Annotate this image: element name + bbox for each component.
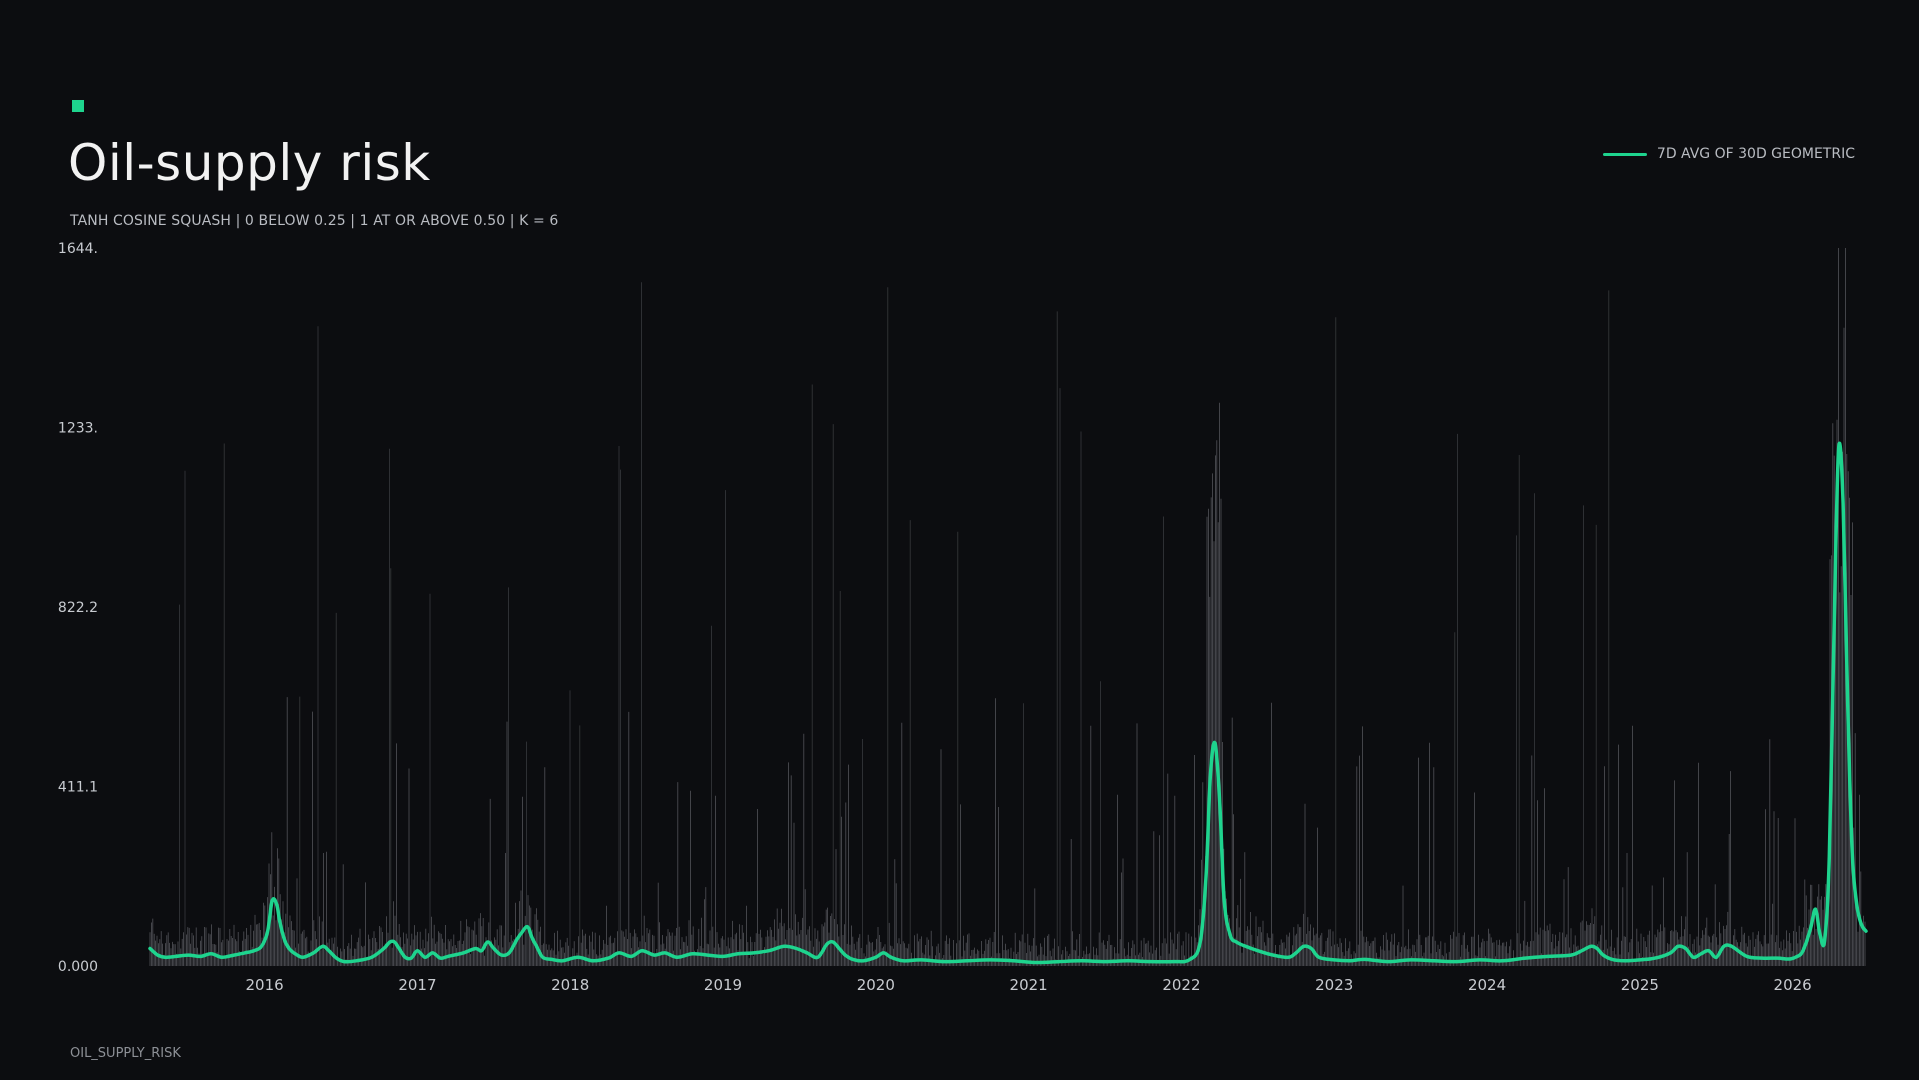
x-tick-label: 2022	[1162, 976, 1200, 994]
y-axis: 0.000 411.1 822.2 1233. 1644.	[58, 241, 98, 975]
x-tick-label: 2016	[246, 976, 284, 994]
x-tick-label: 2026	[1774, 976, 1812, 994]
raw-bars-layer	[149, 248, 1866, 966]
x-tick-label: 2019	[704, 976, 742, 994]
x-tick-label: 2021	[1010, 976, 1048, 994]
chart: 0.000411.1822.21233.1644. 2016 2017 2018 20…	[58, 241, 1868, 994]
footer-label: OIL_SUPPLY_RISK	[70, 1046, 181, 1061]
x-axis: 2016 2017 2018 2019 2020 2021 2022 2023 2024 2025…	[246, 976, 1812, 994]
y-tick-label: 822.2	[58, 600, 98, 616]
x-tick-label: 2024	[1468, 976, 1506, 994]
x-tick-label: 2017	[398, 976, 436, 994]
x-tick-label: 2018	[551, 976, 589, 994]
x-tick-label: 2020	[857, 976, 895, 994]
x-tick-label: 2023	[1315, 976, 1353, 994]
y-tick-label: 1644.	[58, 241, 98, 257]
y-tick-label: 1233.	[58, 421, 98, 437]
y-tick-label: 0.000	[58, 959, 98, 975]
y-tick-label: 411.1	[58, 779, 98, 795]
x-tick-label: 2025	[1621, 976, 1659, 994]
